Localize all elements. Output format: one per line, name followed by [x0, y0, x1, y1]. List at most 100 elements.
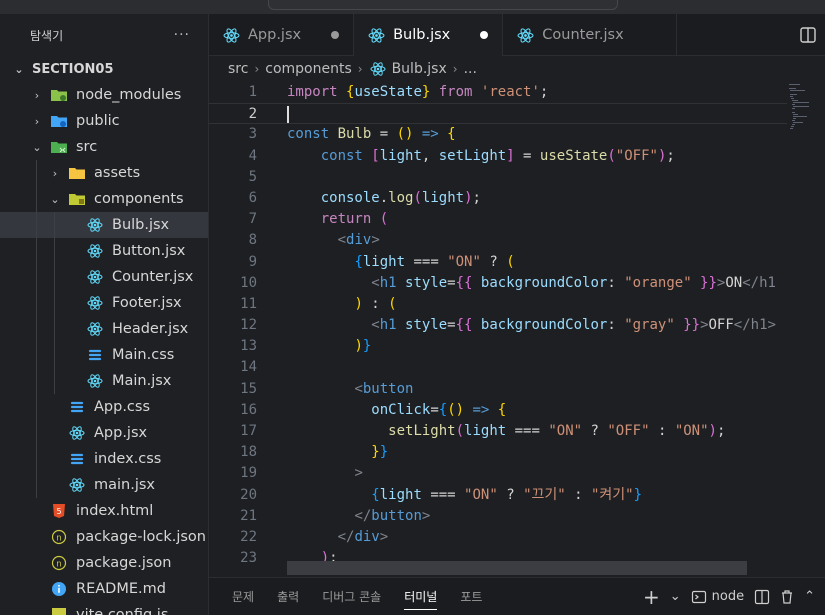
line-number: 2: [248, 106, 257, 123]
horizontal-scrollbar[interactable]: [287, 561, 747, 575]
code-text: onClick={() => {: [371, 401, 507, 418]
code-line[interactable]: 7 return (: [209, 209, 787, 230]
tree-item-label: App.css: [94, 399, 151, 415]
code-line[interactable]: 18 }}: [209, 442, 787, 463]
indent-guide: [36, 264, 37, 290]
panel-tab[interactable]: 터미널: [404, 578, 438, 615]
line-number: 10: [240, 274, 257, 291]
text-cursor: [287, 105, 289, 123]
tree-item[interactable]: Footer.jsx: [0, 290, 208, 316]
chevron-right-icon: ›: [52, 166, 58, 180]
code-line[interactable]: 5: [209, 167, 787, 188]
code-line[interactable]: 10 <h1 style={{ backgroundColor: "orange…: [209, 273, 787, 294]
tree-item[interactable]: Main.css: [0, 342, 208, 368]
code-line[interactable]: 2: [209, 103, 787, 125]
code-line[interactable]: 4 const [light, setLight] = useState("OF…: [209, 146, 787, 167]
tree-item[interactable]: Bulb.jsx: [0, 212, 208, 238]
code-editor[interactable]: 1 import {useState} from 'react'; 2 3 const …: [209, 82, 787, 577]
editor-tab[interactable]: Counter.jsx: [503, 14, 677, 56]
terminal-selector[interactable]: node: [691, 589, 744, 605]
line-number: 9: [248, 253, 257, 270]
more-actions-icon[interactable]: ···: [174, 27, 190, 43]
trash-icon[interactable]: [780, 589, 794, 605]
code-line[interactable]: 8 <div>: [209, 230, 787, 251]
command-center[interactable]: [268, 0, 618, 10]
tree-item[interactable]: Button.jsx: [0, 238, 208, 264]
chevron-right-icon: ›: [34, 88, 40, 102]
unsaved-dot-icon[interactable]: [331, 31, 340, 39]
minimap[interactable]: [787, 82, 825, 577]
code-line[interactable]: 19 >: [209, 463, 787, 484]
breadcrumb-src[interactable]: src: [228, 61, 248, 77]
panel-tab[interactable]: 문제: [232, 578, 254, 615]
line-number: 13: [240, 338, 257, 355]
chevron-down-icon: ⌄: [50, 192, 60, 206]
panel-tab[interactable]: 디버그 콘솔: [322, 578, 381, 615]
breadcrumb-components[interactable]: components: [265, 61, 352, 77]
code-line[interactable]: 17 setLight(light === "ON" ? "OFF" : "ON…: [209, 421, 787, 442]
minimap-line: [791, 104, 795, 105]
maximize-panel-icon[interactable]: ⌃: [804, 589, 815, 604]
code-text: </div>: [337, 528, 389, 545]
tree-item[interactable]: main.jsx: [0, 472, 208, 498]
code-line[interactable]: 22 </div>: [209, 527, 787, 548]
tree-item-label: src: [76, 139, 98, 155]
tree-item[interactable]: README.md: [0, 576, 208, 602]
code-line[interactable]: 12 <h1 style={{ backgroundColor: "gray" …: [209, 315, 787, 336]
code-line[interactable]: 3 const Bulb = () => {: [209, 124, 787, 145]
code-line[interactable]: 11 ) : (: [209, 294, 787, 315]
line-number: 19: [240, 465, 257, 482]
code-line[interactable]: 15 <button: [209, 379, 787, 400]
tree-item[interactable]: › node_modules: [0, 82, 208, 108]
json-icon: n: [50, 529, 68, 545]
tree-item[interactable]: ⌄ src: [0, 134, 208, 160]
unsaved-dot-icon[interactable]: [480, 31, 489, 39]
tree-item[interactable]: Counter.jsx: [0, 264, 208, 290]
code-line[interactable]: 6 console.log(light);: [209, 188, 787, 209]
terminal-dropdown-icon[interactable]: ⌄: [670, 589, 681, 604]
code-line[interactable]: 1 import {useState} from 'react';: [209, 82, 787, 103]
indent-guide: [54, 342, 55, 368]
tree-item[interactable]: › assets: [0, 160, 208, 186]
tree-item[interactable]: Main.jsx: [0, 368, 208, 394]
code-line[interactable]: 9 {light === "ON" ? (: [209, 252, 787, 273]
split-editor-icon[interactable]: [799, 26, 817, 44]
code-line[interactable]: 20 {light === "ON" ? "끄기" : "켜기"}: [209, 485, 787, 506]
tree-item[interactable]: App.css: [0, 394, 208, 420]
code-line[interactable]: 13 )}: [209, 336, 787, 357]
code-line[interactable]: 16 onClick={() => {: [209, 400, 787, 421]
tree-item[interactable]: index.css: [0, 446, 208, 472]
tree-item[interactable]: ⌄ components: [0, 186, 208, 212]
breadcrumb: src › components › Bulb.jsx › ...: [209, 56, 825, 82]
new-terminal-button[interactable]: +: [643, 585, 660, 609]
tree-item-label: vite.config.js: [76, 607, 169, 615]
tree-item[interactable]: › public: [0, 108, 208, 134]
tree-item[interactable]: Header.jsx: [0, 316, 208, 342]
tree-item-label: package.json: [76, 555, 172, 571]
breadcrumb-file[interactable]: Bulb.jsx: [392, 61, 447, 77]
tree-item[interactable]: n package.json: [0, 550, 208, 576]
tree-item-label: index.html: [76, 503, 154, 519]
react-icon: [517, 27, 534, 44]
panel-tab[interactable]: 포트: [460, 578, 482, 615]
tree-item[interactable]: 5 index.html: [0, 498, 208, 524]
line-number: 6: [248, 189, 257, 206]
tree-item[interactable]: App.jsx: [0, 420, 208, 446]
line-number: 1: [248, 84, 257, 100]
tree-item[interactable]: n package-lock.json: [0, 524, 208, 550]
minimap-line: [792, 118, 796, 119]
indent-guide: [36, 160, 37, 186]
panel-tab[interactable]: 출력: [277, 578, 299, 615]
minimap-line: [790, 94, 798, 95]
code-line[interactable]: 21 </button>: [209, 506, 787, 527]
split-terminal-icon[interactable]: [754, 589, 770, 605]
minimap-line: [791, 100, 799, 101]
code-line[interactable]: 14: [209, 357, 787, 378]
tree-item[interactable]: vite.config.js: [0, 602, 208, 615]
editor-tab[interactable]: App.jsx: [209, 14, 355, 56]
editor-tab[interactable]: Bulb.jsx: [354, 14, 504, 56]
indent-guide: [36, 394, 37, 420]
react-icon: [86, 269, 104, 285]
breadcrumb-more[interactable]: ...: [464, 61, 477, 77]
project-folder[interactable]: ⌄ SECTION05: [0, 56, 208, 82]
